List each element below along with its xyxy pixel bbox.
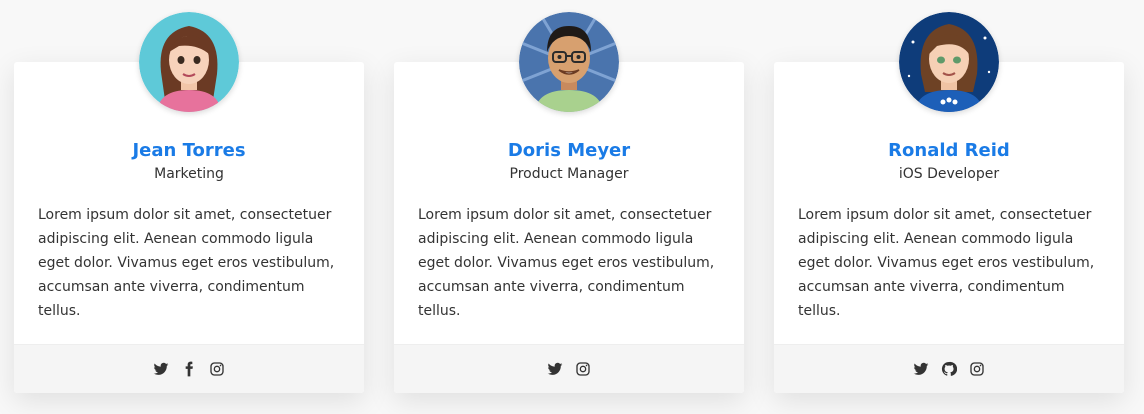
- avatar: [519, 12, 619, 112]
- member-name: Doris Meyer: [507, 140, 631, 161]
- member-bio: Lorem ipsum dolor sit amet, consectetuer…: [38, 207, 335, 319]
- facebook-icon[interactable]: [181, 361, 197, 377]
- avatar: [899, 12, 999, 112]
- member-role: iOS Developer: [898, 166, 1000, 182]
- member-role: Marketing: [154, 166, 224, 182]
- member-name: Jean Torres: [132, 140, 246, 161]
- member-name: Ronald Reid: [888, 140, 1010, 161]
- team-member-card: Ronald Reid iOS Developer Lorem ipsum do…: [774, 12, 1124, 393]
- member-bio: Lorem ipsum dolor sit amet, consectetuer…: [798, 207, 1095, 319]
- instagram-icon[interactable]: [575, 361, 591, 377]
- social-links: [14, 344, 364, 393]
- team-member-card: Jean Torres Marketing Lorem ipsum dolor …: [14, 12, 364, 393]
- team-member-card: Doris Meyer Product Manager Lorem ipsum …: [394, 12, 744, 393]
- member-role: Product Manager: [509, 166, 629, 182]
- member-bio: Lorem ipsum dolor sit amet, consectetuer…: [418, 207, 715, 319]
- avatar: [139, 12, 239, 112]
- instagram-icon[interactable]: [209, 361, 225, 377]
- social-links: [774, 344, 1124, 393]
- instagram-icon[interactable]: [969, 361, 985, 377]
- twitter-icon[interactable]: [913, 361, 929, 377]
- twitter-icon[interactable]: [547, 361, 563, 377]
- twitter-icon[interactable]: [153, 361, 169, 377]
- social-links: [394, 344, 744, 393]
- github-icon[interactable]: [941, 361, 957, 377]
